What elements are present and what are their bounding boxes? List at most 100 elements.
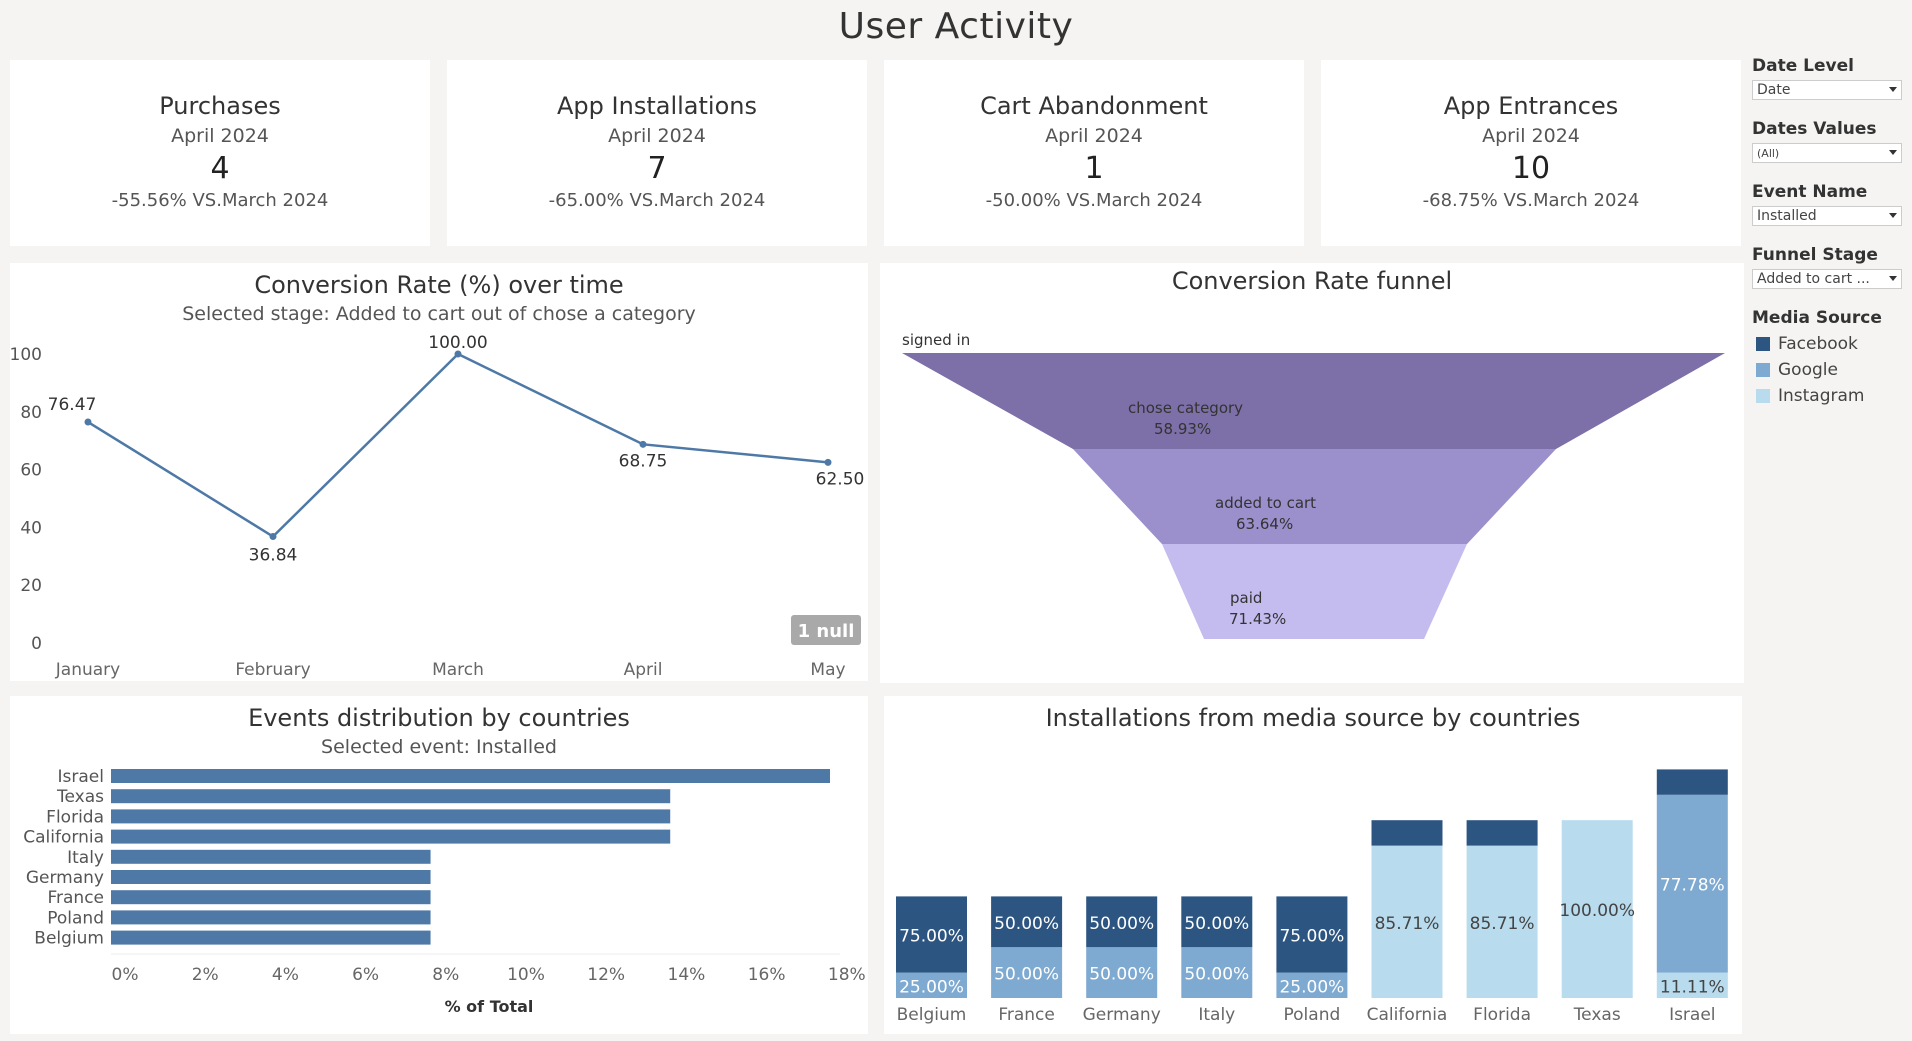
kpi-period: April 2024 [1482, 125, 1580, 147]
legend-item-instagram[interactable]: Instagram [1752, 386, 1907, 406]
category-label: Poland [1284, 1005, 1341, 1025]
x-tick-label: 16% [748, 965, 786, 985]
segment-label: 85.71% [1375, 914, 1440, 934]
kpi-period: April 2024 [608, 125, 706, 147]
stacked-segment [1466, 820, 1538, 846]
funnel-stage-label: chose category [1128, 399, 1243, 417]
kpi-card-app-entrances: App Entrances April 2024 10 -68.75% VS.M… [1321, 60, 1741, 246]
x-tick-label: January [55, 660, 120, 680]
funnel-segment [902, 353, 1725, 449]
hbar [111, 789, 671, 804]
category-label: California [23, 828, 104, 848]
funnel-stage-pct: 71.43% [1229, 610, 1286, 628]
legend-label: Facebook [1778, 334, 1858, 354]
kpi-period: April 2024 [1045, 125, 1143, 147]
kpi-value: 4 [210, 151, 230, 186]
y-tick-label: 100 [10, 345, 42, 365]
kpi-name: App Entrances [1443, 92, 1619, 120]
data-label: 36.84 [249, 546, 298, 566]
kpi-card-cart-abandonment: Cart Abandonment April 2024 1 -50.00% VS… [884, 60, 1304, 246]
dropdown-arrow-icon [1889, 213, 1897, 218]
kpi-value: 10 [1511, 151, 1551, 186]
kpi-delta: -55.56% VS.March 2024 [111, 190, 329, 211]
legend-item-facebook[interactable]: Facebook [1752, 334, 1907, 354]
x-tick-label: 8% [432, 965, 459, 985]
category-label: Florida [1473, 1005, 1531, 1025]
kpi-delta: -50.00% VS.March 2024 [985, 190, 1203, 211]
legend-label: Google [1778, 360, 1838, 380]
funnel-stage-value: Added to cart ... [1757, 271, 1870, 287]
category-label: Texas [1573, 1005, 1621, 1025]
date-level-value: Date [1757, 82, 1791, 98]
category-label: Belgium [34, 929, 104, 949]
funnel-stage-label: paid [1230, 589, 1262, 607]
dates-values-label: Dates Values [1752, 119, 1877, 139]
funnel-stage-label: Funnel Stage [1752, 245, 1878, 265]
category-label: Italy [67, 848, 104, 868]
line-series [87, 352, 829, 539]
segment-label: 50.00% [994, 914, 1059, 934]
installations-media-panel: Installations from media source by count… [884, 696, 1742, 1034]
x-tick-label: 2% [192, 965, 219, 985]
category-label: Italy [1198, 1005, 1235, 1025]
category-label: Texas [56, 787, 104, 807]
funnel-segment [1162, 544, 1467, 639]
segment-label: 50.00% [1089, 914, 1154, 934]
category-label: Germany [1083, 1005, 1161, 1025]
stacked-chart: 25.00% 75.00% Belgium 50.00% 50.00% France 50.… [896, 769, 1728, 1025]
segment-label: 11.11% [1660, 977, 1725, 997]
segment-label: 50.00% [1184, 965, 1249, 985]
line-point [84, 418, 92, 426]
funnel-stage-pct: 58.93% [1154, 420, 1211, 438]
category-label: California [1367, 1005, 1448, 1025]
funnel-chart: signed in chose category 58.93% added to ca… [902, 331, 1725, 639]
legend-swatch [1756, 389, 1770, 403]
segment-label: 50.00% [994, 965, 1059, 985]
segment-label: 25.00% [899, 977, 964, 997]
segment-label: 50.00% [1184, 914, 1249, 934]
line-point [269, 533, 277, 541]
kpi-name: Cart Abandonment [980, 92, 1208, 120]
y-tick-label: 80 [20, 403, 42, 423]
segment-label: 25.00% [1279, 977, 1344, 997]
funnel-stage-select[interactable]: Added to cart ... [1752, 269, 1902, 289]
line-point [639, 440, 647, 448]
hbar [111, 769, 830, 783]
hbar [111, 809, 671, 824]
segment-label: 75.00% [1279, 927, 1344, 947]
x-axis-label: % of Total [445, 997, 534, 1016]
category-label: Florida [46, 807, 104, 827]
events-distribution-panel: Events distribution by countries Selecte… [10, 696, 868, 1034]
dropdown-arrow-icon [1889, 150, 1897, 155]
x-tick-label: April [624, 660, 663, 680]
date-level-select[interactable]: Date [1752, 80, 1902, 100]
hbar [111, 910, 431, 925]
stacked-segment [1371, 820, 1443, 846]
dates-values-value: (All) [1757, 147, 1780, 160]
event-name-select[interactable]: Installed [1752, 206, 1902, 226]
kpi-delta: -68.75% VS.March 2024 [1422, 190, 1640, 211]
dates-values-select[interactable]: (All) [1752, 143, 1902, 163]
conversion-rate-line-panel: Conversion Rate (%) over time Selected s… [10, 263, 868, 681]
line-chart: 0 20 40 60 80 100 January February March April May… [10, 333, 865, 680]
hbar-chart: IsraelTexasFloridaCaliforniaItalyGermany… [23, 767, 865, 1016]
data-label: 76.47 [48, 395, 97, 415]
data-label: 62.50 [816, 469, 865, 489]
kpi-period: April 2024 [171, 125, 269, 147]
kpi-name: Purchases [159, 92, 281, 120]
date-level-label: Date Level [1752, 56, 1854, 76]
category-label: Israel [1669, 1005, 1715, 1025]
segment-label: 77.78% [1660, 876, 1725, 896]
legend-swatch [1756, 363, 1770, 377]
data-label: 100.00 [428, 333, 487, 353]
legend-item-google[interactable]: Google [1752, 360, 1907, 380]
event-name-value: Installed [1757, 208, 1817, 224]
category-label: Israel [58, 767, 104, 787]
hbar [111, 849, 431, 864]
kpi-card-app-installations: App Installations April 2024 7 -65.00% V… [447, 60, 867, 246]
kpi-card-purchases: Purchases April 2024 4 -55.56% VS.March … [10, 60, 430, 246]
x-tick-label: May [810, 660, 845, 680]
x-tick-label: 4% [272, 965, 299, 985]
y-tick-label: 40 [20, 518, 42, 538]
kpi-name: App Installations [557, 92, 757, 120]
